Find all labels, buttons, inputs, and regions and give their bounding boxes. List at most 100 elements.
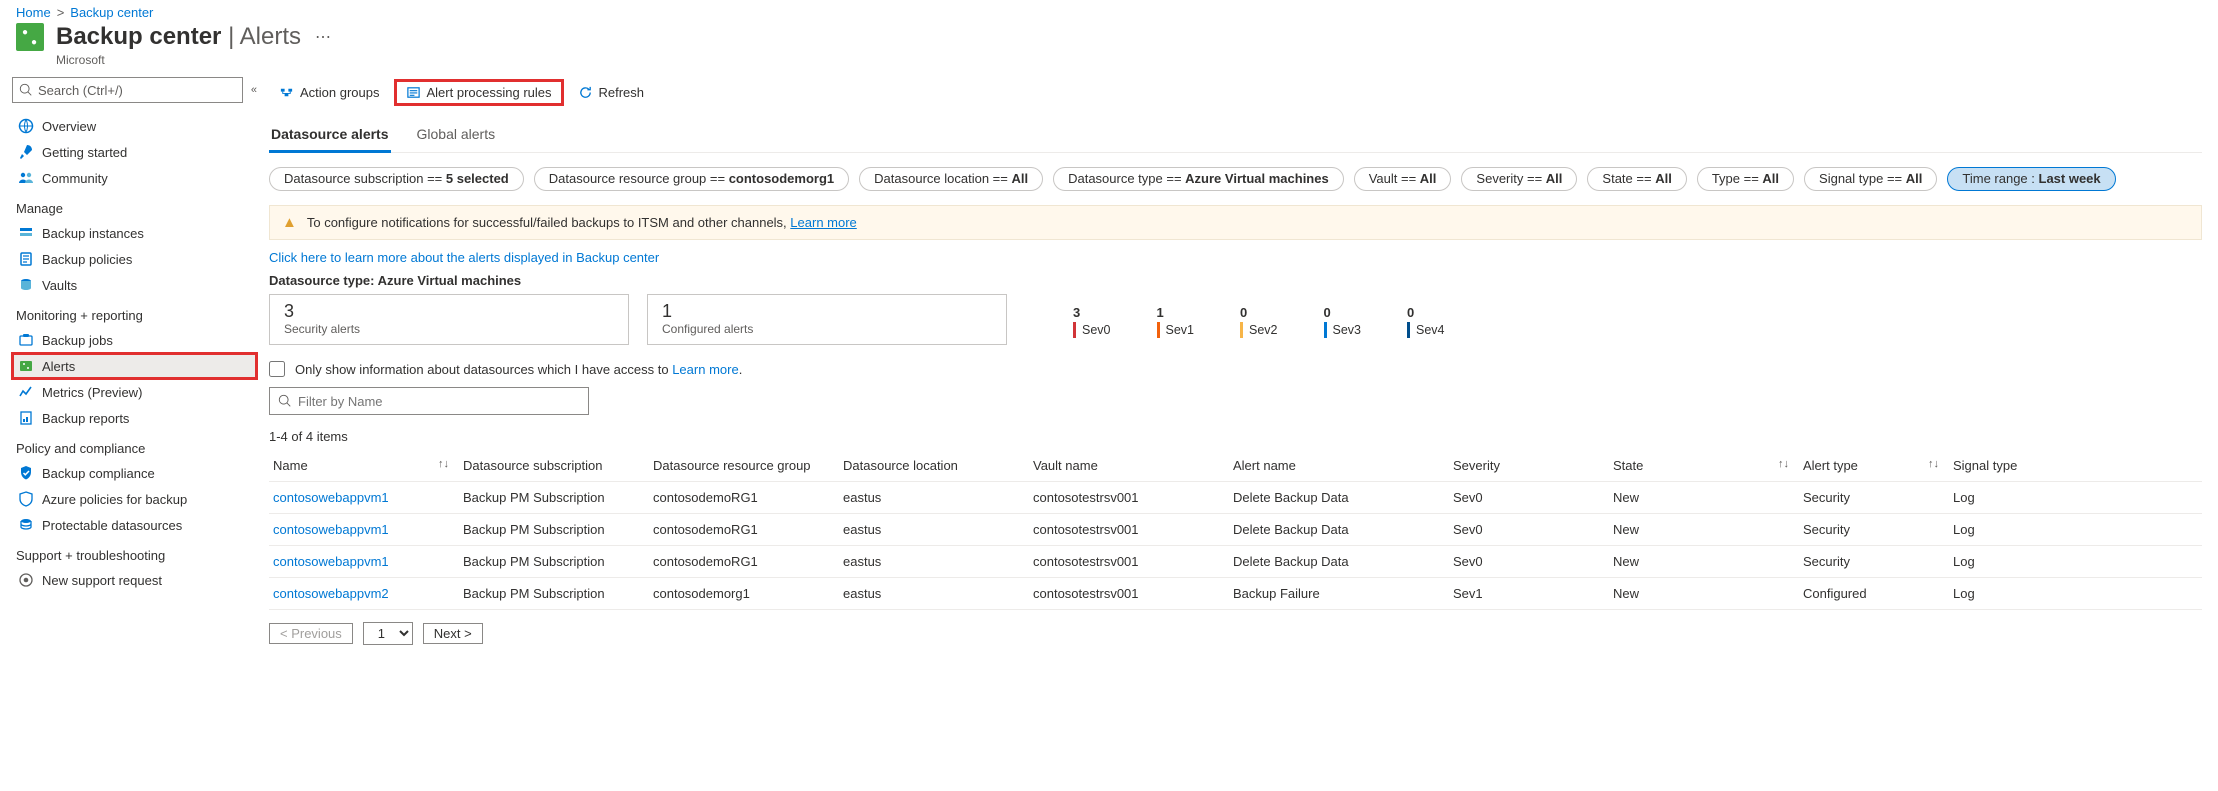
action-groups-button[interactable]: Action groups [269, 81, 390, 104]
sidebar-item-overview[interactable]: Overview [12, 113, 257, 139]
policies-icon [18, 251, 34, 267]
table-row[interactable]: contosowebappvm1Backup PM Subscriptionco… [269, 546, 2202, 578]
cell-sub: Backup PM Subscription [459, 514, 649, 546]
access-filter-row: Only show information about datasources … [269, 345, 2202, 387]
sidebar-collapse-icon[interactable]: « [251, 84, 257, 96]
table-row[interactable]: contosowebappvm1Backup PM Subscription co… [269, 482, 2202, 514]
pill-subscription[interactable]: Datasource subscription == 5 selected [269, 167, 524, 191]
sidebar-section-support: Support + troubleshooting [12, 538, 257, 567]
sev1-chip[interactable]: 1Sev1 [1157, 305, 1195, 338]
table-row[interactable]: contosowebappvm2Backup PM Subscriptionco… [269, 578, 2202, 610]
learn-alerts-link[interactable]: Click here to learn more about the alert… [269, 250, 659, 265]
tab-datasource-alerts[interactable]: Datasource alerts [269, 120, 391, 153]
pill-vault[interactable]: Vault == All [1354, 167, 1452, 191]
sidebar-item-alerts[interactable]: Alerts [12, 353, 257, 379]
filter-by-name-input[interactable] [269, 387, 589, 415]
pager-page-select[interactable]: 1 [363, 622, 413, 645]
pill-location[interactable]: Datasource location == All [859, 167, 1043, 191]
cell-vault: contosotestrsv001 [1029, 514, 1229, 546]
pager-prev[interactable]: < Previous [269, 623, 353, 644]
sidebar-item-backup-compliance[interactable]: Backup compliance [12, 460, 257, 486]
sidebar-item-backup-policies[interactable]: Backup policies [12, 246, 257, 272]
cell-name[interactable]: contosowebappvm2 [269, 578, 459, 610]
cell-state: New [1609, 546, 1799, 578]
sev0-chip[interactable]: 3Sev0 [1073, 305, 1111, 338]
more-actions-icon[interactable]: ⋯ [315, 27, 331, 47]
col-alert-name[interactable]: Alert name [1229, 450, 1449, 482]
sev2-chip[interactable]: 0Sev2 [1240, 305, 1278, 338]
refresh-button[interactable]: Refresh [568, 81, 655, 104]
table-row[interactable]: contosowebappvm1Backup PM Subscription co… [269, 514, 2202, 546]
summary-security-alerts[interactable]: 3 Security alerts [269, 294, 629, 345]
info-banner: ▲ To configure notifications for success… [269, 205, 2202, 240]
sidebar-item-getting-started[interactable]: Getting started [12, 139, 257, 165]
breadcrumb-home[interactable]: Home [16, 5, 51, 20]
cell-vault: contosotestrsv001 [1029, 546, 1229, 578]
sidebar-item-new-support[interactable]: New support request [12, 567, 257, 593]
command-bar: Action groups Alert processing rules Ref… [269, 77, 2202, 110]
search-icon [19, 83, 33, 97]
cell-loc: eastus [839, 514, 1029, 546]
result-count: 1-4 of 4 items [269, 429, 2202, 444]
cell-sev: Sev0 [1449, 514, 1609, 546]
pill-type[interactable]: Type == All [1697, 167, 1794, 191]
cell-name[interactable]: contosowebappvm1 [269, 482, 459, 514]
cell-name[interactable]: contosowebappvm1 [269, 546, 459, 578]
col-resource-group[interactable]: Datasource resource group [649, 450, 839, 482]
access-only-learn-more[interactable]: Learn more [672, 362, 738, 377]
cell-sev: Sev0 [1449, 482, 1609, 514]
datasource-icon [18, 517, 34, 533]
sidebar-item-vaults[interactable]: Vaults [12, 272, 257, 298]
sidebar-item-protectable[interactable]: Protectable datasources [12, 512, 257, 538]
action-groups-icon [279, 85, 294, 100]
cell-sub: Backup PM Subscription [459, 482, 649, 514]
col-name[interactable]: Name↑↓ [269, 450, 459, 482]
sidebar-item-backup-instances[interactable]: Backup instances [12, 220, 257, 246]
cell-name[interactable]: contosowebappvm1 [269, 514, 459, 546]
pill-datasource-type[interactable]: Datasource type == Azure Virtual machine… [1053, 167, 1344, 191]
col-location[interactable]: Datasource location [839, 450, 1029, 482]
sidebar-search-input[interactable]: Search (Ctrl+/) [12, 77, 243, 103]
col-severity[interactable]: Severity [1449, 450, 1609, 482]
summary-row: 3 Security alerts 1 Configured alerts 3S… [269, 294, 2202, 345]
banner-learn-more-link[interactable]: Learn more [790, 215, 856, 230]
col-state[interactable]: State↑↓ [1609, 450, 1799, 482]
col-signal-type[interactable]: Signal type [1949, 450, 2202, 482]
sidebar-section-manage: Manage [12, 191, 257, 220]
pill-severity[interactable]: Severity == All [1461, 167, 1577, 191]
alert-processing-rules-button[interactable]: Alert processing rules [394, 79, 564, 106]
cell-alert: Delete Backup Data [1229, 482, 1449, 514]
breadcrumb-current[interactable]: Backup center [70, 5, 153, 20]
cell-loc: eastus [839, 546, 1029, 578]
pager-next[interactable]: Next > [423, 623, 483, 644]
sev4-chip[interactable]: 0Sev4 [1407, 305, 1445, 338]
sidebar-item-metrics[interactable]: Metrics (Preview) [12, 379, 257, 405]
cell-vault: contosotestrsv001 [1029, 482, 1229, 514]
breadcrumb: Home > Backup center [0, 0, 2218, 23]
summary-configured-alerts[interactable]: 1 Configured alerts [647, 294, 1007, 345]
page-header: Backup center | Alerts ⋯ [0, 23, 2218, 57]
col-vault[interactable]: Vault name [1029, 450, 1229, 482]
sidebar-item-backup-jobs[interactable]: Backup jobs [12, 327, 257, 353]
support-icon [18, 572, 34, 588]
sidebar-item-azure-policies[interactable]: Azure policies for backup [12, 486, 257, 512]
tab-global-alerts[interactable]: Global alerts [415, 120, 498, 152]
cell-signal: Log [1949, 514, 2202, 546]
severity-breakdown: 3Sev0 1Sev1 0Sev2 0Sev3 0Sev4 [1073, 294, 1445, 345]
vault-icon [18, 277, 34, 293]
pill-signal-type[interactable]: Signal type == All [1804, 167, 1937, 191]
pill-resource-group[interactable]: Datasource resource group == contosodemo… [534, 167, 849, 191]
pill-state[interactable]: State == All [1587, 167, 1686, 191]
cell-state: New [1609, 482, 1799, 514]
sidebar-item-community[interactable]: Community [12, 165, 257, 191]
col-alert-type[interactable]: Alert type↑↓ [1799, 450, 1949, 482]
sev3-chip[interactable]: 0Sev3 [1324, 305, 1362, 338]
col-subscription[interactable]: Datasource subscription [459, 450, 649, 482]
search-icon [278, 394, 292, 408]
cell-signal: Log [1949, 546, 2202, 578]
backup-center-icon [16, 23, 44, 51]
pager: < Previous 1 Next > [269, 610, 2202, 657]
access-only-checkbox[interactable] [269, 361, 285, 377]
sidebar-item-backup-reports[interactable]: Backup reports [12, 405, 257, 431]
pill-time-range[interactable]: Time range : Last week [1947, 167, 2115, 191]
